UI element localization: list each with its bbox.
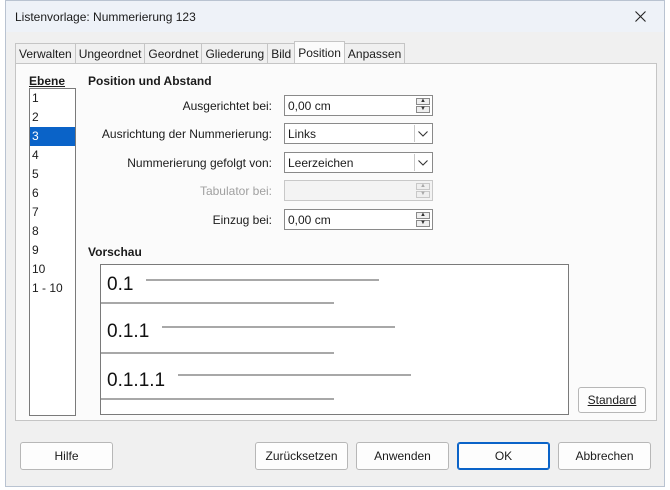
preview-item: 0.1 [107,274,134,295]
standard-button[interactable]: Standard [578,387,646,413]
tab-strip: Verwalten Ungeordnet Geordnet Gliederung… [15,41,406,64]
tab-anpassen[interactable]: Anpassen [343,43,406,63]
tab-label: Geordnet [148,47,199,61]
aligned-at-input[interactable]: 0,00 cm ▲ ▼ [284,95,433,116]
spin-up-icon[interactable]: ▲ [416,98,430,105]
reset-button[interactable]: Zurücksetzen [255,442,348,470]
preview-item: 0.1.1.1 [107,370,166,391]
level-item[interactable]: 10 [30,260,75,279]
preview-line [162,326,395,328]
ok-button-label: OK [494,449,513,463]
tab-label: Ungeordnet [78,47,142,61]
level-item[interactable]: 5 [30,165,75,184]
followed-by-label: Nummerierung gefolgt von: [127,156,272,170]
tab-gliederung[interactable]: Gliederung [201,43,269,63]
chevron-down-icon [414,125,431,142]
indent-input[interactable]: 0,00 cm ▲ ▼ [284,209,433,230]
level-item[interactable]: 2 [30,108,75,127]
apply-button-label: Anwenden [374,449,431,463]
help-button-label: Hilfe [54,449,79,463]
standard-button-label: Standard [587,393,637,407]
tab-bild[interactable]: Bild [267,43,296,63]
spin-down-icon[interactable]: ▼ [416,220,430,227]
preview-line [101,302,334,304]
chevron-down-icon [414,154,431,171]
reset-button-label: Zurücksetzen [265,449,338,463]
level-item[interactable]: 7 [30,203,75,222]
level-item[interactable]: 9 [30,241,75,260]
tab-geordnet[interactable]: Geordnet [144,43,203,63]
preview-line [101,398,334,400]
tab-ungeordnet[interactable]: Ungeordnet [74,43,146,63]
level-list-header: Ebene [29,74,66,88]
ok-button[interactable]: OK [457,442,550,470]
tab-label: Verwalten [19,47,72,61]
preview-line [146,279,379,281]
close-icon [634,11,646,22]
followed-by-value: Leerzeichen [288,156,354,170]
spin-up-icon: ▲ [416,183,430,190]
level-item[interactable]: 4 [30,146,75,165]
aligned-at-value: 0,00 cm [288,99,331,113]
indent-spinner: ▲ ▼ [416,212,430,227]
tab-panel-position: Ebene 1 2 3 4 5 6 7 8 9 10 1 - 10 Positi… [15,63,657,421]
tab-verwalten[interactable]: Verwalten [15,43,76,63]
indent-label: Einzug bei: [212,213,272,227]
aligned-at-label: Ausgerichtet bei: [182,99,272,113]
alignment-select[interactable]: Links [284,123,433,144]
level-item-selected[interactable]: 3 [30,127,75,146]
close-button[interactable] [620,1,660,32]
tab-position[interactable]: Position [294,41,345,63]
level-list[interactable]: 1 2 3 4 5 6 7 8 9 10 1 - 10 [29,88,76,416]
preview-title: Vorschau [88,245,142,259]
title-bar: Listenvorlage: Nummerierung 123 [6,1,664,32]
alignment-label: Ausrichtung der Nummerierung: [101,127,272,141]
alignment-value: Links [288,127,317,141]
help-button[interactable]: Hilfe [20,442,113,470]
tab-label: Anpassen [347,47,402,61]
followed-by-select[interactable]: Leerzeichen [284,152,433,173]
level-item[interactable]: 1 - 10 [30,279,75,298]
spin-down-icon: ▼ [416,191,430,198]
cancel-button[interactable]: Abbrechen [558,442,651,470]
apply-button[interactable]: Anwenden [356,442,449,470]
tab-stop-input: ▲ ▼ [284,180,433,201]
window-title: Listenvorlage: Nummerierung 123 [15,10,196,24]
tab-stop-spinner: ▲ ▼ [416,183,430,198]
tab-label: Bild [271,47,292,61]
aligned-at-spinner: ▲ ▼ [416,98,430,113]
spin-up-icon[interactable]: ▲ [416,212,430,219]
dialog-window: Listenvorlage: Nummerierung 123 Verwalte… [5,0,665,487]
level-item[interactable]: 6 [30,184,75,203]
level-item[interactable]: 8 [30,222,75,241]
spin-down-icon[interactable]: ▼ [416,106,430,113]
preview-item: 0.1.1 [107,321,150,342]
preview-line [101,352,334,354]
tab-label: Gliederung [205,47,265,61]
indent-value: 0,00 cm [288,213,331,227]
preview-area: 0.1 0.1.1 0.1.1.1 [100,264,569,415]
position-section-title: Position und Abstand [88,74,212,88]
preview-line [178,374,411,376]
level-item[interactable]: 1 [30,89,75,108]
tab-label: Position [298,46,341,60]
tab-stop-label: Tabulator bei: [199,184,272,198]
cancel-button-label: Abbrechen [575,449,634,463]
